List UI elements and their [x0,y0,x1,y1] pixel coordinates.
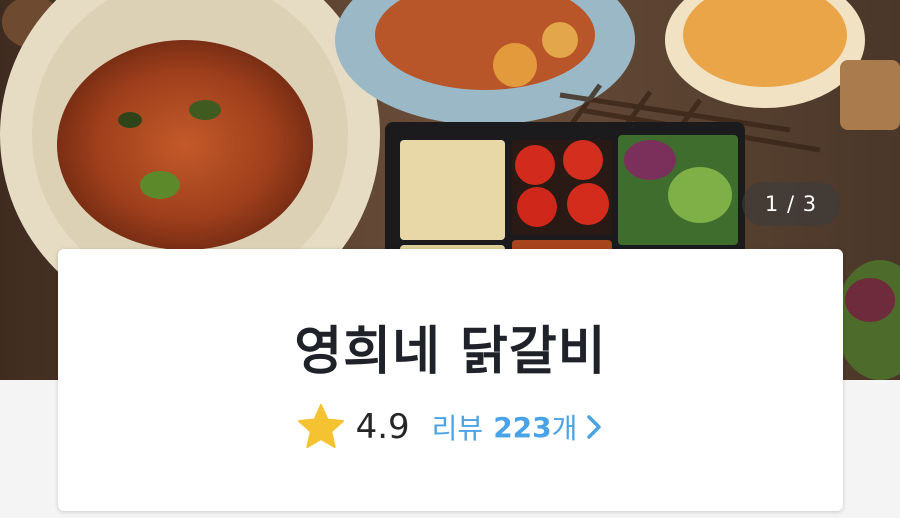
review-label: 리뷰 [431,412,484,445]
reviews-link[interactable]: 리뷰 223 개 [432,407,606,447]
restaurant-info-card: 영희네 닭갈비 4.9 리뷰 223 개 [58,249,843,511]
chevron-right-icon [587,415,602,439]
rating-row: 4.9 리뷰 223 개 [58,399,843,455]
review-count: 223 [493,410,552,444]
star-icon [297,404,344,448]
restaurant-name: 영희네 닭갈비 [294,322,607,382]
image-pager-indicator: 1 / 3 [742,182,840,226]
review-count-unit: 개 [551,412,578,445]
rating-value: 4.9 [355,407,410,447]
